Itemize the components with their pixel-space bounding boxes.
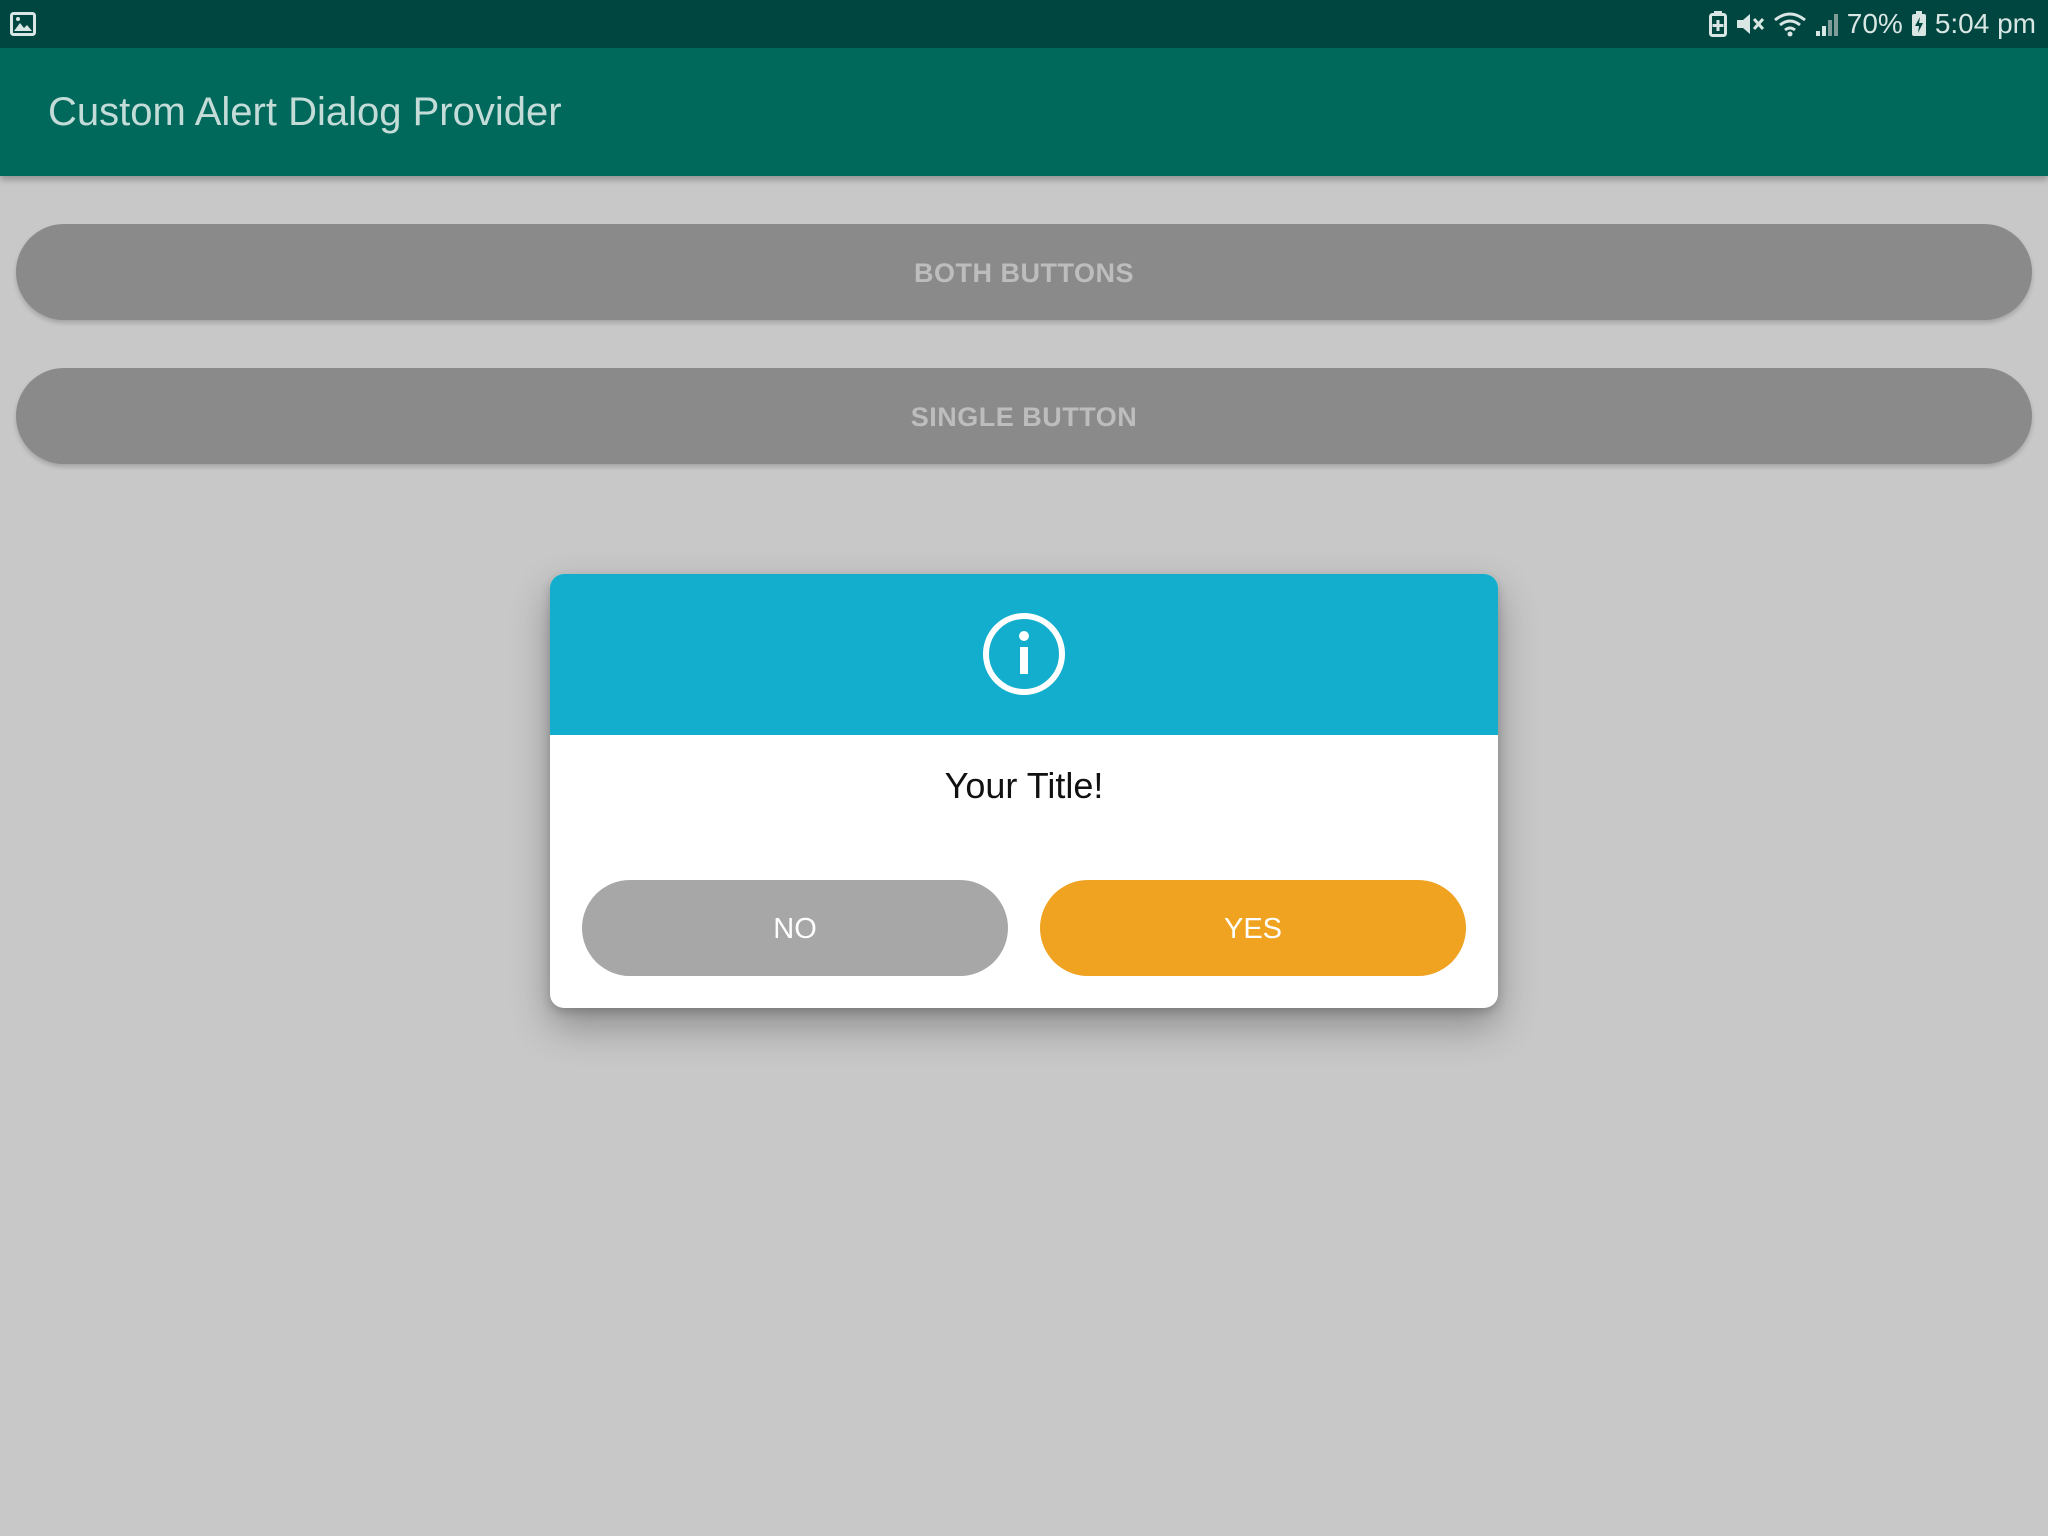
gallery-icon <box>10 12 36 36</box>
alert-dialog: Your Title! NO YES <box>550 574 1498 1008</box>
yes-button[interactable]: YES <box>1040 880 1466 976</box>
dialog-header <box>550 574 1498 735</box>
battery-saver-icon <box>1708 11 1727 37</box>
no-button[interactable]: NO <box>582 880 1008 976</box>
wifi-icon <box>1773 11 1807 37</box>
info-icon <box>983 613 1065 695</box>
dialog-title: Your Title! <box>944 765 1104 806</box>
status-icons: 70% 5:04 pm <box>1708 0 2036 48</box>
both-buttons-button[interactable]: BOTH BUTTONS <box>16 224 2032 320</box>
battery-percent: 70% <box>1846 8 1903 39</box>
page-title: Custom Alert Dialog Provider <box>48 90 562 134</box>
mute-icon <box>1735 11 1765 37</box>
app-bar: Custom Alert Dialog Provider <box>0 48 2048 176</box>
signal-icon <box>1815 11 1839 37</box>
clock: 5:04 pm <box>1934 8 2036 39</box>
battery-icon <box>1911 11 1927 37</box>
status-bar: 70% 5:04 pm <box>0 0 2048 48</box>
single-button-button[interactable]: SINGLE BUTTON <box>16 368 2032 464</box>
